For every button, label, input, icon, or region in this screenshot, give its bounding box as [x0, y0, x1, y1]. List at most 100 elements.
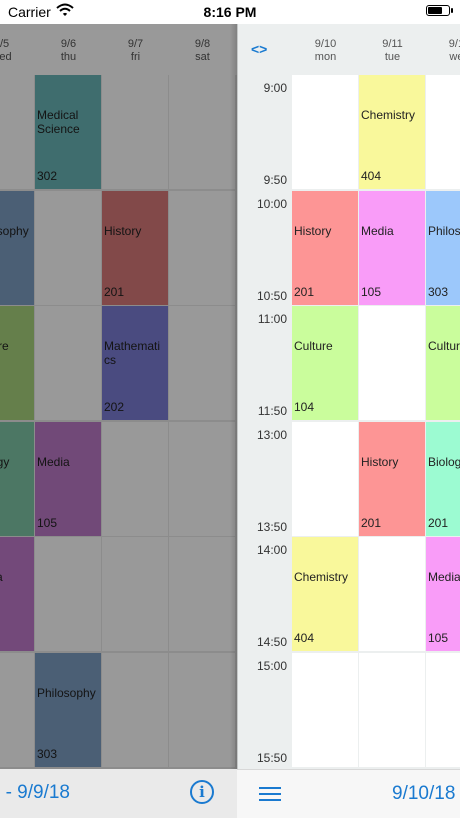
- prev-course-block[interactable]: Mathemati cs 202: [102, 306, 168, 420]
- prev-empty-cell[interactable]: [35, 190, 101, 305]
- cur-day-header: 9/12wed: [426, 24, 460, 75]
- prev-course-block[interactable]: Media: [0, 537, 34, 651]
- day-weekday: thu: [60, 51, 77, 63]
- course-room: 201: [428, 515, 449, 530]
- day-date: 9/12: [448, 38, 460, 50]
- course-name: Media: [428, 570, 460, 584]
- cur-course-block[interactable]: Chemistry 404: [359, 75, 425, 189]
- prev-empty-cell[interactable]: [0, 75, 34, 189]
- course-room: 404: [294, 631, 315, 645]
- prev-empty-cell[interactable]: [102, 652, 168, 767]
- cur-course-block[interactable]: Biology 201: [426, 421, 460, 536]
- prev-course-block[interactable]: Philosophy: [0, 190, 34, 305]
- course-name: Biology: [0, 454, 10, 469]
- course-name: Media: [361, 223, 394, 238]
- cur-course-block[interactable]: Culture: [426, 306, 460, 420]
- course-name: Philosophy: [428, 223, 460, 238]
- prev-empty-cell[interactable]: [0, 652, 34, 767]
- course-name: Media: [37, 454, 70, 469]
- current-week-panel: <> 9/10mon9/11tue9/12wed 9:009:5010:0010…: [237, 24, 460, 769]
- cur-course-block[interactable]: History 201: [292, 190, 358, 305]
- course-name: Medical Science: [37, 108, 80, 136]
- cur-empty-cell[interactable]: [292, 75, 358, 189]
- course-name: History: [104, 223, 142, 238]
- prev-empty-cell[interactable]: [169, 75, 235, 189]
- course-room: 105: [37, 515, 58, 530]
- battery-icon: [426, 5, 453, 16]
- period-start-time: 15:00: [256, 658, 287, 673]
- prev-course-block[interactable]: Biology: [0, 421, 34, 536]
- course-room: 201: [294, 284, 315, 299]
- prev-empty-cell[interactable]: [102, 75, 168, 189]
- period-end-time: 13:50: [256, 519, 287, 534]
- prev-empty-cell[interactable]: [102, 421, 168, 536]
- prev-empty-cell[interactable]: [35, 306, 101, 420]
- cur-empty-cell[interactable]: [426, 652, 460, 767]
- prev-empty-cell[interactable]: [35, 537, 101, 651]
- course-room: 302: [37, 169, 58, 183]
- course-room: 105: [361, 284, 382, 299]
- cur-empty-cell[interactable]: [426, 75, 460, 189]
- current-date-range[interactable]: 9/10/18: [392, 783, 455, 805]
- prev-empty-cell[interactable]: [169, 652, 235, 767]
- course-name: Philosophy: [0, 223, 29, 238]
- cur-empty-cell[interactable]: [359, 537, 425, 651]
- period-end-time: 15:50: [256, 750, 287, 765]
- course-name: Culture: [428, 339, 460, 353]
- prev-empty-cell[interactable]: [169, 421, 235, 536]
- period-start-time: 14:00: [256, 543, 287, 557]
- cur-course-block[interactable]: Media 105: [359, 190, 425, 305]
- day-date: 9/7: [127, 38, 144, 50]
- prev-course-block[interactable]: Media 105: [35, 421, 101, 536]
- period-end-time: 14:50: [256, 635, 287, 649]
- cur-empty-cell[interactable]: [292, 652, 358, 767]
- cur-empty-cell[interactable]: [359, 652, 425, 767]
- prev-empty-cell[interactable]: [169, 190, 235, 305]
- course-name: Culture: [294, 339, 333, 353]
- course-name: Mathemati cs: [104, 339, 161, 367]
- period-start-time: 10:00: [256, 196, 287, 211]
- prev-day-header: 9/6 thu: [35, 24, 102, 75]
- course-room: 105: [428, 631, 449, 645]
- day-date: 9/8: [194, 38, 211, 50]
- course-name: Chemistry: [361, 108, 416, 122]
- course-name: Philosophy: [37, 685, 96, 700]
- period-end-time: 10:50: [256, 288, 287, 303]
- course-room: 404: [361, 169, 382, 183]
- previous-week-header: 9/5wed9/6thu9/7fri9/8sat: [0, 24, 237, 75]
- cur-course-block[interactable]: Chemistry 404: [292, 537, 358, 651]
- course-name: History: [294, 223, 332, 238]
- cur-course-block[interactable]: Culture 104: [292, 306, 358, 420]
- day-date: 9/6: [60, 38, 77, 50]
- course-room: 201: [104, 284, 125, 299]
- prev-course-block[interactable]: Culture: [0, 306, 34, 420]
- course-room: 104: [294, 400, 315, 414]
- prev-course-block[interactable]: Medical Science 302: [35, 75, 101, 189]
- cur-course-block[interactable]: Philosophy 303: [426, 190, 460, 305]
- course-name: Chemistry: [294, 570, 349, 584]
- cur-course-block[interactable]: Media 105: [426, 537, 460, 651]
- prev-day-header: 9/8 sat: [169, 24, 236, 75]
- cur-empty-cell[interactable]: [292, 421, 358, 536]
- prev-empty-cell[interactable]: [169, 537, 235, 651]
- prev-course-block[interactable]: History 201: [102, 190, 168, 305]
- course-room: 201: [361, 515, 382, 530]
- prev-empty-cell[interactable]: [102, 537, 168, 651]
- day-date: 9/5: [0, 38, 10, 50]
- prev-course-block[interactable]: Philosophy 303: [35, 652, 101, 767]
- cur-course-block[interactable]: History 201: [359, 421, 425, 536]
- previous-week-panel[interactable]: 9/5wed9/6thu9/7fri9/8sat Medical Science…: [0, 24, 237, 769]
- prev-day-header: 9/5wed: [0, 24, 35, 75]
- day-date: 9/11: [382, 38, 403, 50]
- prev-empty-cell[interactable]: [169, 306, 235, 420]
- course-name: Biology: [428, 454, 460, 469]
- day-date: 9/10: [314, 38, 337, 50]
- hamburger-menu-icon[interactable]: [259, 785, 281, 803]
- course-name: Culture: [0, 339, 9, 353]
- current-week-toolbar: 9/10/18: [237, 769, 460, 818]
- cur-empty-cell[interactable]: [359, 306, 425, 420]
- prev-day-header: 9/7 fri: [102, 24, 169, 75]
- toggle-view-button[interactable]: <>: [251, 41, 267, 57]
- day-weekday: wed: [449, 51, 460, 63]
- period-start-time: 13:00: [256, 427, 287, 442]
